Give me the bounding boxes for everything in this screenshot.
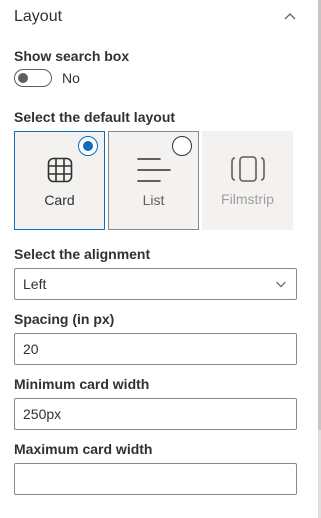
spacing-input[interactable]: 20 bbox=[14, 333, 297, 365]
chevron-up-icon[interactable] bbox=[280, 7, 300, 27]
max-card-width-input[interactable] bbox=[14, 463, 297, 495]
toggle-state-text: No bbox=[62, 70, 80, 86]
layout-option-label: List bbox=[142, 192, 165, 208]
spacing-value: 20 bbox=[23, 341, 39, 357]
min-card-width-value: 250px bbox=[23, 406, 62, 422]
alignment-label: Select the alignment bbox=[14, 246, 151, 262]
layout-section-header[interactable]: Layout bbox=[14, 6, 300, 28]
layout-choice-group: Card List Filmstrip bbox=[14, 131, 294, 231]
layout-settings-panel: Layout Show search box No Select the def… bbox=[0, 0, 318, 518]
grid-icon bbox=[15, 154, 104, 186]
spacing-label: Spacing (in px) bbox=[14, 311, 115, 327]
radio-unchecked-icon bbox=[172, 136, 192, 156]
min-card-width-label: Minimum card width bbox=[14, 376, 150, 392]
radio-checked-icon bbox=[78, 136, 98, 156]
section-title: Layout bbox=[14, 8, 63, 25]
layout-option-filmstrip[interactable]: Filmstrip bbox=[202, 131, 293, 230]
max-card-width-label: Maximum card width bbox=[14, 441, 153, 457]
layout-option-label: Filmstrip bbox=[221, 191, 274, 207]
show-search-box-toggle[interactable] bbox=[14, 69, 52, 87]
alignment-selected-value: Left bbox=[23, 276, 47, 292]
layout-option-card[interactable]: Card bbox=[14, 131, 105, 230]
toggle-knob bbox=[18, 73, 28, 83]
layout-option-label: Card bbox=[44, 192, 75, 208]
alignment-dropdown[interactable]: Left bbox=[14, 268, 297, 300]
filmstrip-icon bbox=[202, 153, 293, 185]
chevron-down-icon bbox=[274, 277, 288, 291]
default-layout-label: Select the default layout bbox=[14, 109, 176, 125]
layout-option-list[interactable]: List bbox=[108, 131, 199, 230]
min-card-width-input[interactable]: 250px bbox=[14, 398, 297, 430]
show-search-box-label: Show search box bbox=[14, 48, 130, 64]
show-search-box-toggle-row: No bbox=[14, 69, 80, 87]
list-icon bbox=[109, 154, 198, 186]
